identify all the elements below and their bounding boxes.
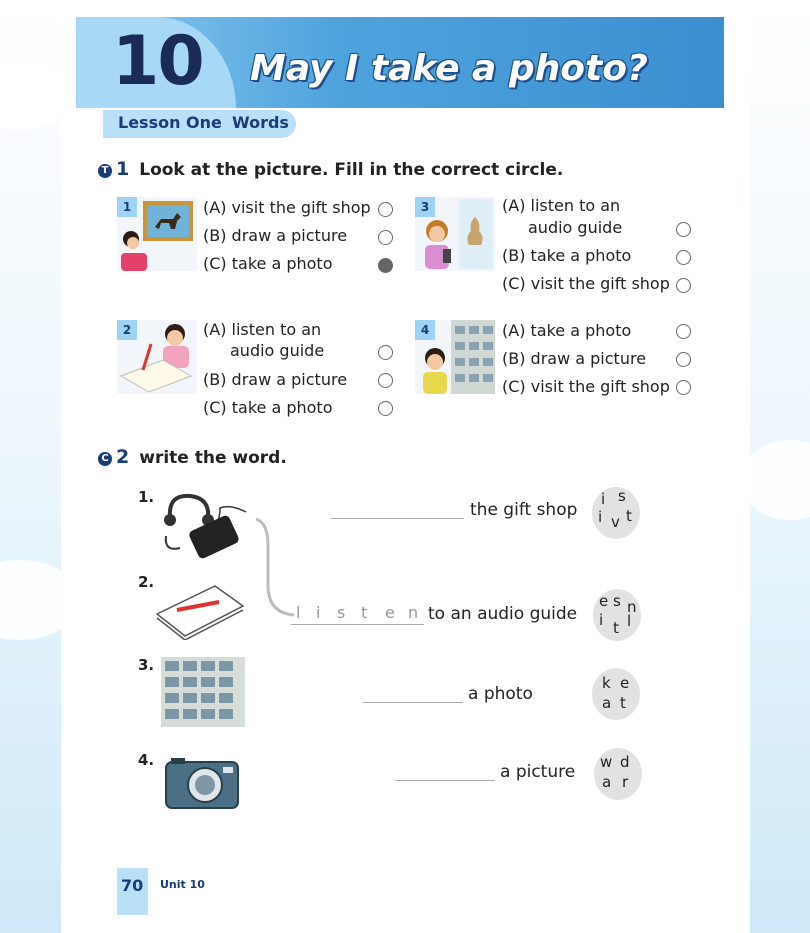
example-letter: t [361,603,368,622]
word-item-number: 4. [138,751,155,769]
letter-bubble-3: k e a t [592,668,640,720]
option-3b: (B) take a photo [502,246,632,265]
section2-number: 2 [116,446,130,468]
camera-icon [165,758,239,809]
unit-number: 10 [112,22,205,101]
answer-circle-4c[interactable] [676,380,691,395]
letter: i [599,611,604,629]
option-2b: (B) draw a picture [203,370,348,389]
letter: t [620,694,626,712]
answer-circle-3c[interactable] [676,278,691,293]
answer-circle-1b[interactable] [378,230,393,245]
answer-circle-2c[interactable] [378,401,393,416]
letter: t [626,507,632,525]
cloud-decoration [740,440,810,520]
option-2c: (C) take a photo [203,398,333,417]
section1-number: 1 [116,158,130,180]
example-letter: l [296,603,301,622]
lesson-type: Words [232,113,289,132]
answer-blank-2[interactable] [291,624,424,625]
option-3a: (A) listen to an [502,196,621,215]
example-letter: i [316,603,321,622]
answer-blank-4[interactable] [395,780,495,781]
picture-audio-guide-girl: 3 [415,197,495,271]
phrase-4: a picture [500,762,576,782]
page-number: 70 [121,876,144,895]
letter: r [622,773,629,791]
word-item-number: 3. [138,656,155,674]
letter: s [618,487,626,505]
audio-guide-device-icon [164,493,247,559]
option-4b: (B) draw a picture [502,349,647,368]
section2-instruction: write the word. [139,448,287,468]
answer-circle-1c-selected[interactable] [378,258,393,273]
option-1a: (A) visit the gift shop [203,198,371,217]
answer-circle-3a[interactable] [676,222,691,237]
letter: d [620,753,630,771]
letter-bubble-4: w d a r [594,748,642,800]
answer-blank-3[interactable] [363,702,463,703]
picture-drawing-horse: 1 [117,197,197,271]
option-4a: (A) take a photo [502,321,632,340]
letter: w [600,753,613,771]
section2-heading: C 2 write the word. [98,446,287,468]
example-letter: e [385,603,395,622]
letter-bubble-2: e s n i t l [593,589,641,641]
answer-circle-3b[interactable] [676,250,691,265]
answer-circle-4a[interactable] [676,324,691,339]
answer-blank-1[interactable] [331,518,464,519]
cloud-decoration [0,60,70,130]
letter: t [613,619,619,637]
answer-circle-1a[interactable] [378,202,393,217]
letter: a [602,773,612,791]
example-letter: n [408,603,419,622]
letter: s [613,592,621,610]
letter: e [599,592,609,610]
option-3a-cont: audio guide [528,218,623,237]
letter: k [602,674,611,692]
section1-instruction: Look at the picture. Fill in the correct… [139,160,564,180]
option-1b: (B) draw a picture [203,226,348,245]
option-3c: (C) visit the gift shop [502,274,670,293]
match-line [255,517,295,617]
letter-bubble-1: i s i v t [592,487,640,539]
phrase-3: a photo [468,684,533,704]
letter: i [598,508,603,526]
answer-circle-2a[interactable] [378,345,393,360]
letter: a [602,694,612,712]
gift-shop-shelf-icon [161,657,245,727]
option-1c: (C) take a photo [203,254,333,273]
example-letter: s [337,603,346,622]
answer-circle-4b[interactable] [676,352,691,367]
option-2a: (A) listen to an [203,320,322,339]
footer-unit-label: Unit 10 [160,878,205,891]
page-title: May I take a photo? [250,48,648,89]
section1-badge: T [98,164,112,178]
option-4c: (C) visit the gift shop [502,377,670,396]
phrase-2: to an audio guide [428,604,578,624]
sketchbook-icon [155,585,245,640]
letter: i [601,490,606,508]
phrase-1: the gift shop [470,500,578,520]
picture-gift-shop-girl: 4 [415,320,495,394]
lesson-label: Lesson One [118,113,222,132]
section2-badge: C [98,452,112,466]
letter: l [627,612,632,630]
answer-circle-2b[interactable] [378,373,393,388]
picture-girl-drawing: 2 [117,320,197,394]
option-2a-cont: audio guide [230,341,325,360]
letter: v [611,513,620,531]
word-item-number: 2. [138,573,155,591]
letter: e [620,674,630,692]
section1-heading: T 1 Look at the picture. Fill in the corre… [98,158,563,180]
